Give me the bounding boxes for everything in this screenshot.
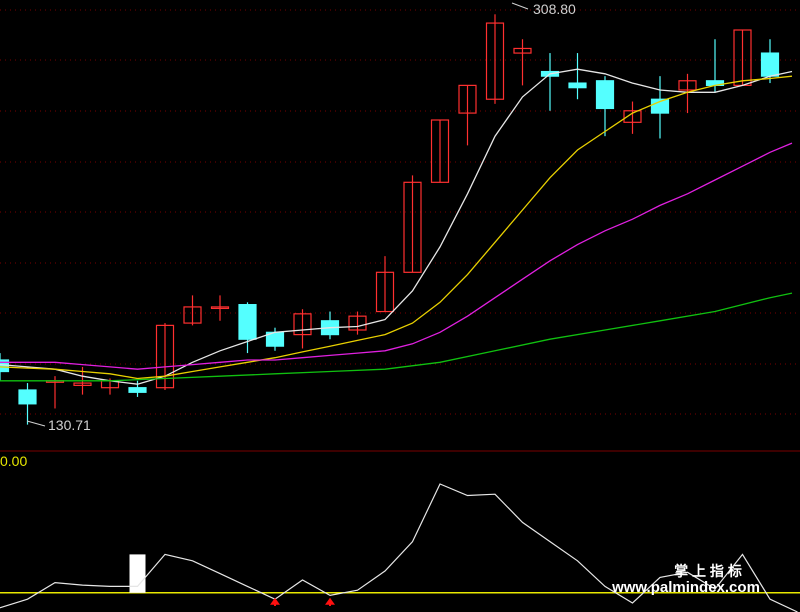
stock-chart: 308.80 130.71 0.00 掌 上 指 标 www.palmindex… [0, 0, 800, 612]
low-label: 130.71 [48, 417, 91, 433]
watermark-title: 掌 上 指 标 [674, 563, 742, 579]
candle-down [568, 82, 587, 89]
candle-down [128, 387, 147, 393]
candle-down [760, 52, 780, 77]
candle-down [238, 304, 257, 340]
candle-down [595, 80, 615, 110]
watermark-url: www.palmindex.com [611, 579, 760, 596]
candle-down [18, 389, 37, 405]
high-label: 308.80 [533, 1, 576, 17]
marker-block [129, 554, 146, 593]
indicator-value-label: 0.00 [0, 453, 27, 469]
